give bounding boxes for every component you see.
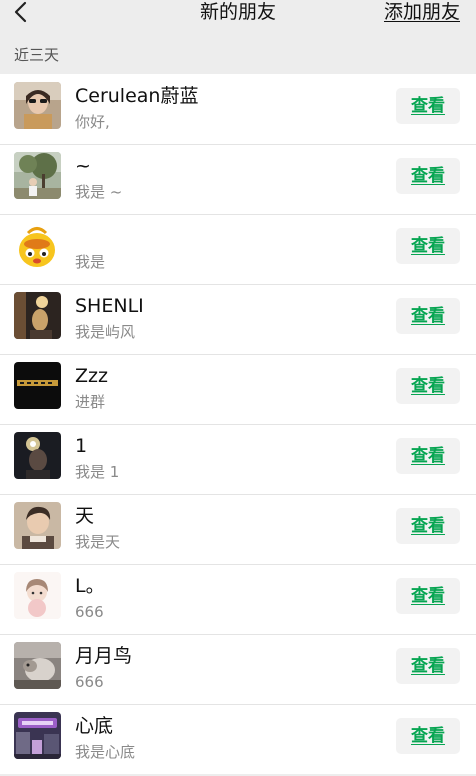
view-button[interactable]: 查看 [396,158,460,194]
avatar-animal-photo-icon [14,642,61,689]
friend-message: 666 [75,673,104,691]
friend-message: 666 [75,603,104,621]
friend-message: 我是 ~ [75,183,123,201]
friend-message: 我是屿风 [75,323,136,341]
friend-request-row[interactable]: L。 666 查看 [0,564,476,634]
friend-name: 月月鸟 [75,645,133,667]
friend-request-row[interactable]: 1 我是 1 查看 [0,424,476,494]
friend-message: 进群 [75,393,106,411]
view-button[interactable]: 查看 [396,228,460,264]
chevron-left-icon [14,1,27,23]
avatar[interactable] [14,572,61,619]
friend-request-row[interactable]: Zzz 进群 查看 [0,354,476,424]
add-friend-button[interactable]: 添加朋友 [384,0,460,24]
avatar-dark-portrait-glow-icon [14,432,61,479]
avatar[interactable] [14,432,61,479]
friend-message: 我是天 [75,533,121,551]
friend-name: L。 [75,575,105,597]
avatar-dark-room-figure-icon [14,292,61,339]
friend-name: SHENLI [75,295,144,317]
avatar-boy-portrait-icon [14,502,61,549]
avatar-tree-park-icon [14,152,61,199]
friend-request-row[interactable]: 月月鸟 666 查看 [0,634,476,704]
friend-name: 1 [75,435,88,457]
friend-name: Cerulean蔚蓝 [75,85,199,107]
friend-message: 我是 1 [75,463,120,481]
avatar[interactable] [14,292,61,339]
friend-request-row[interactable]: 我是 查看 [0,214,476,284]
new-friends-screen: 新的朋友 添加朋友 近三天 Cerulean蔚蓝 你好, 查看 ~ 我是 ~ 查… [0,0,476,776]
view-button[interactable]: 查看 [396,578,460,614]
section-label: 近三天 [14,46,60,64]
avatar-girl-sunglasses-icon [14,82,61,129]
view-button[interactable]: 查看 [396,298,460,334]
view-button[interactable]: 查看 [396,438,460,474]
avatar-cartoon-girl-icon [14,572,61,619]
avatar-city-street-purple-icon [14,712,61,759]
avatar-yellow-cartoon-duck-icon [14,222,61,269]
avatar[interactable] [14,222,61,269]
friend-request-row[interactable]: SHENLI 我是屿风 查看 [0,284,476,354]
avatar[interactable] [14,712,61,759]
friend-name: 心底 [75,715,114,737]
avatar[interactable] [14,642,61,689]
avatar[interactable] [14,152,61,199]
avatar[interactable] [14,82,61,129]
view-button[interactable]: 查看 [396,718,460,754]
view-button[interactable]: 查看 [396,88,460,124]
back-button[interactable] [6,0,38,30]
avatar[interactable] [14,502,61,549]
friend-request-list: Cerulean蔚蓝 你好, 查看 ~ 我是 ~ 查看 我是 查看 SHENLI… [0,74,476,774]
avatar[interactable] [14,362,61,409]
friend-name: ~ [75,155,91,177]
friend-request-row[interactable]: Cerulean蔚蓝 你好, 查看 [0,74,476,144]
friend-request-row[interactable]: 心底 我是心底 查看 [0,704,476,774]
section-header: 近三天 [0,36,476,74]
friend-name: 天 [75,505,95,527]
friend-request-row[interactable]: ~ 我是 ~ 查看 [0,144,476,214]
avatar-dark-neon-sign-icon [14,362,61,409]
view-button[interactable]: 查看 [396,368,460,404]
friend-request-row[interactable]: 天 我是天 查看 [0,494,476,564]
navigation-bar: 新的朋友 添加朋友 [0,0,476,36]
friend-message: 我是心底 [75,743,136,761]
friend-name: Zzz [75,365,108,387]
view-button[interactable]: 查看 [396,648,460,684]
friend-message: 你好, [75,113,110,131]
view-button[interactable]: 查看 [396,508,460,544]
friend-message: 我是 [75,253,106,271]
